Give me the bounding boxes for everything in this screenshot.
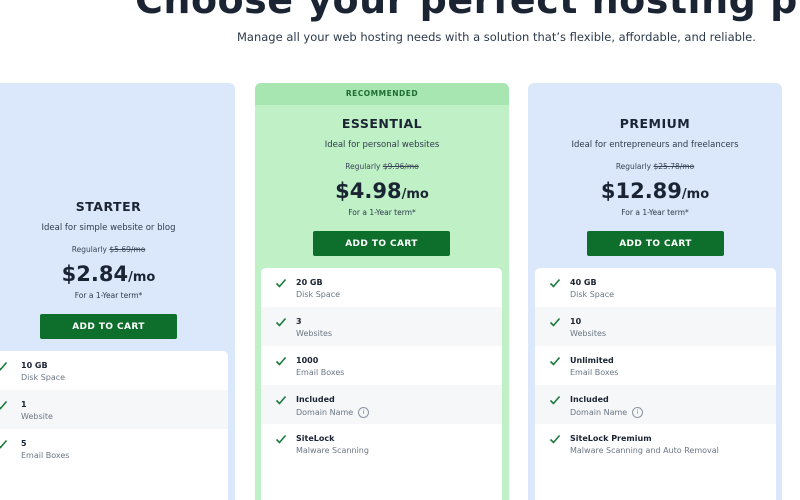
feature-value: 20 GB (296, 278, 323, 287)
feature-label: Websites (570, 329, 607, 338)
add-to-cart-button-starter[interactable]: ADD TO CART (40, 314, 177, 339)
plan-name: STARTER (75, 199, 142, 214)
feature-label: Email Boxes (570, 368, 619, 377)
check-icon (275, 317, 287, 327)
feature-label: Email Boxes (21, 451, 70, 460)
feature-value: 10 (570, 317, 582, 326)
feature-value: Unlimited (570, 356, 614, 365)
plan-description: Ideal for personal websites (324, 140, 440, 150)
feature-value: 1000 (296, 356, 319, 365)
feature-value: 10 GB (21, 361, 48, 370)
plan-regular-price: Regularly $25.78/mo (528, 162, 782, 171)
plan-price: $12.89/mo (528, 179, 782, 203)
plan-card-premium: PREMIUM Ideal for entrepreneurs and free… (528, 83, 782, 500)
feature-row: 5 Email Boxes (0, 429, 228, 468)
feature-row: SiteLock Malware Scanning (261, 424, 502, 463)
page-title: Choose your perfect hosting plan (135, 0, 800, 22)
plan-price: $2.84/mo (0, 262, 235, 286)
recommended-badge: RECOMMENDED (255, 83, 509, 105)
regular-price-value: $9.96/mo (382, 162, 419, 171)
feature-label-text: Domain Name (570, 408, 628, 417)
feature-label: Disk Space (21, 373, 66, 382)
check-icon (549, 395, 561, 405)
plan-card-starter: STARTER Ideal for simple website or blog… (0, 83, 235, 500)
feature-label: Website (21, 412, 53, 421)
feature-value: Included (296, 395, 335, 404)
plan-description: Ideal for simple website or blog (41, 223, 176, 233)
plan-price: $4.98/mo (255, 179, 509, 203)
info-icon[interactable]: i (358, 407, 370, 418)
check-icon (275, 356, 287, 366)
feature-value: 5 (21, 439, 27, 448)
feature-list: 40 GB Disk Space 10 Websites Unlimited E… (535, 268, 776, 500)
check-icon (549, 278, 561, 288)
feature-label-text: Domain Name (296, 408, 354, 417)
feature-label: Disk Space (296, 290, 341, 299)
feature-label: Malware Scanning and Auto Removal (570, 446, 719, 455)
feature-row: 40 GB Disk Space (535, 268, 776, 307)
plan-term: For a 1-Year term* (74, 291, 143, 300)
price-amount: $12.89 (600, 179, 682, 203)
price-period: /mo (681, 187, 710, 202)
price-amount: $2.84 (61, 262, 129, 286)
plan-regular-price: Regularly $9.96/mo (255, 162, 509, 171)
hosting-plans-page: Choose your perfect hosting plan Manage … (0, 0, 800, 500)
feature-row: 1000 Email Boxes (261, 346, 502, 385)
regular-label: Regularly (71, 245, 107, 254)
plan-term: For a 1-Year term* (348, 208, 416, 217)
plan-term: For a 1-Year term* (621, 208, 689, 217)
regular-label: Regularly (615, 162, 652, 171)
add-to-cart-button-premium[interactable]: ADD TO CART (587, 231, 724, 256)
feature-list: 10 GB Disk Space 1 Website 5 Email Boxes (0, 351, 228, 500)
feature-label: Malware Scanning (296, 446, 369, 455)
check-icon (275, 434, 287, 444)
price-period: /mo (401, 187, 429, 202)
regular-label: Regularly (345, 162, 381, 171)
feature-row: 10 GB Disk Space (0, 351, 228, 390)
check-icon (549, 434, 561, 444)
feature-row: 1 Website (0, 390, 228, 429)
feature-value: 3 (296, 317, 302, 326)
feature-value: SiteLock Premium (570, 434, 652, 443)
feature-label: Email Boxes (296, 368, 345, 377)
feature-label: Disk Space (570, 290, 615, 299)
plan-name: ESSENTIAL (341, 116, 423, 131)
feature-label: Domain Name i (296, 407, 370, 418)
feature-row: 20 GB Disk Space (261, 268, 502, 307)
feature-row: Included Domain Name i (535, 385, 776, 424)
plan-card-essential: RECOMMENDED ESSENTIAL Ideal for personal… (255, 83, 509, 500)
check-icon (549, 317, 561, 327)
feature-label: Websites (296, 329, 333, 338)
feature-list: 20 GB Disk Space 3 Websites 1000 Email B… (261, 268, 502, 500)
plan-name: PREMIUM (619, 116, 691, 131)
check-icon (0, 439, 8, 449)
page-subtitle: Manage all your web hosting needs with a… (237, 30, 756, 44)
feature-value: 1 (21, 400, 27, 409)
plan-description: Ideal for entrepreneurs and freelancers (571, 140, 739, 150)
check-icon (0, 400, 8, 410)
check-icon (275, 395, 287, 405)
check-icon (275, 278, 287, 288)
price-period: /mo (128, 270, 156, 285)
feature-row: Unlimited Email Boxes (535, 346, 776, 385)
plan-regular-price: Regularly $5.69/mo (0, 245, 235, 254)
feature-value: SiteLock (296, 434, 335, 443)
feature-label: Domain Name i (570, 407, 644, 418)
feature-row: 3 Websites (261, 307, 502, 346)
info-icon[interactable]: i (632, 407, 644, 418)
feature-row: Included Domain Name i (261, 385, 502, 424)
regular-price-value: $25.78/mo (653, 162, 695, 171)
check-icon (0, 361, 8, 371)
feature-row: SiteLock Premium Malware Scanning and Au… (535, 424, 776, 463)
regular-price-value: $5.69/mo (109, 245, 146, 254)
check-icon (549, 356, 561, 366)
add-to-cart-button-essential[interactable]: ADD TO CART (313, 231, 450, 256)
feature-value: Included (570, 395, 609, 404)
price-amount: $4.98 (335, 179, 402, 203)
feature-row: 10 Websites (535, 307, 776, 346)
feature-value: 40 GB (570, 278, 597, 287)
